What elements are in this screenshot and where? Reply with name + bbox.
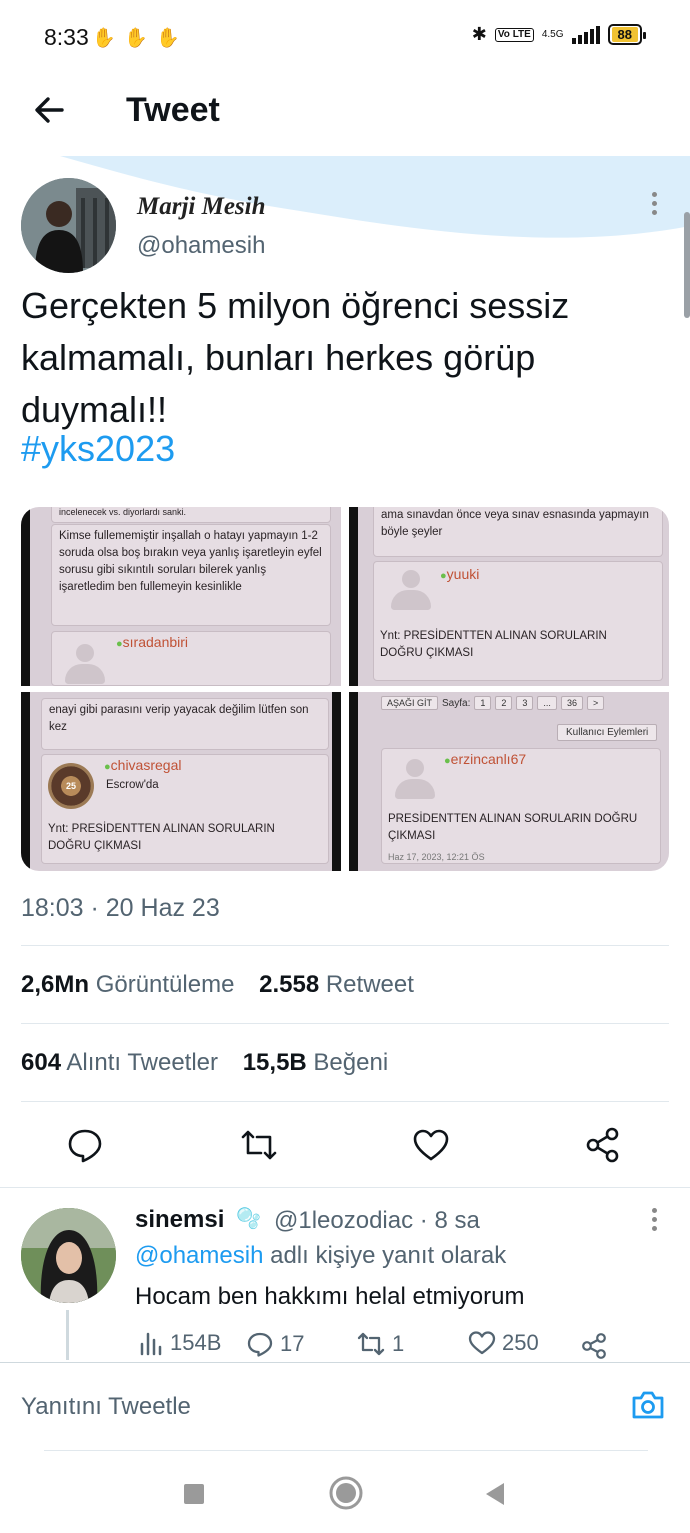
post-user-box: erzincanlı67 PRESİDENTTEN ALINAN SORULAR… bbox=[381, 748, 661, 864]
camera-icon[interactable] bbox=[630, 1387, 666, 1423]
reply-replies[interactable]: 17 bbox=[246, 1330, 304, 1358]
reply-likes[interactable]: 250 bbox=[468, 1330, 539, 1356]
likes-stat[interactable]: 15,5B Beğeni bbox=[243, 1049, 388, 1076]
page-number: 36 bbox=[560, 696, 583, 710]
escrow-label: Escrow'da bbox=[106, 779, 159, 791]
post-title: PRESİDENTTEN ALINAN SORULARIN DOĞRU ÇIKM… bbox=[388, 813, 638, 842]
share-icon[interactable] bbox=[580, 1332, 608, 1360]
battery-icon: 88 bbox=[607, 24, 647, 45]
like-heart-icon bbox=[468, 1331, 496, 1355]
back-arrow-icon[interactable] bbox=[28, 88, 72, 132]
hashtag-link[interactable]: #yks2023 bbox=[21, 428, 175, 470]
home-circle-icon[interactable] bbox=[328, 1475, 364, 1511]
stats-row-2: 604 Alıntı Tweetler 15,5B Beğeni bbox=[21, 1049, 388, 1077]
reply-author-name[interactable]: sinemsi bbox=[135, 1206, 224, 1234]
recents-square-icon[interactable] bbox=[182, 1482, 206, 1506]
stats-row-1: 2,6Mn Görüntüleme 2.558 Retweet bbox=[21, 971, 414, 999]
page-number: ... bbox=[537, 696, 557, 710]
retweets-stat[interactable]: 2.558 Retweet bbox=[259, 971, 414, 998]
author-handle[interactable]: @ohamesih bbox=[137, 232, 265, 260]
forum-username: yuuki bbox=[440, 566, 480, 585]
reply-text: Hocam ben hakkımı helal etmiyorum bbox=[135, 1283, 525, 1310]
notification-hand-icon: ✋ bbox=[156, 28, 180, 49]
scrollbar[interactable] bbox=[684, 212, 690, 318]
author-display-name[interactable]: Marji Mesih bbox=[137, 193, 266, 221]
reply-icon[interactable] bbox=[66, 1126, 104, 1164]
more-options-icon[interactable] bbox=[652, 1208, 662, 1235]
media-image-4[interactable]: AŞAĞI GİT Sayfa: 1 2 3 ... 36 > Kullanıc… bbox=[349, 692, 669, 871]
post-body: enayi gibi parasını verip yayacak değili… bbox=[41, 698, 329, 750]
bluetooth-icon: ✱ bbox=[471, 24, 487, 44]
divider bbox=[21, 945, 669, 946]
reply-avatar[interactable] bbox=[21, 1208, 116, 1303]
divider bbox=[44, 1450, 648, 1451]
tweet-timestamp: 18:03 · 20 Haz 23 bbox=[21, 894, 220, 922]
reply-views[interactable]: 154B bbox=[138, 1330, 221, 1356]
share-icon[interactable] bbox=[584, 1126, 622, 1164]
post-quote: incelenecek vs. diyorlardı sanki. bbox=[51, 507, 331, 523]
tweet-text: Gerçekten 5 milyon öğrenci sessiz kalmam… bbox=[21, 285, 570, 430]
retweet-icon[interactable] bbox=[240, 1126, 278, 1164]
user-placeholder-icon bbox=[388, 570, 434, 610]
media-grid: incelenecek vs. diyorlardı sanki. Kimse … bbox=[21, 507, 669, 871]
page-number: 3 bbox=[516, 696, 534, 710]
post-user-box: yuuki Ynt: PRESİDENTTEN ALINAN SORULARIN… bbox=[373, 561, 663, 681]
media-image-3[interactable]: enayi gibi parasını verip yayacak değili… bbox=[21, 692, 341, 871]
goto-bottom-button: AŞAĞI GİT bbox=[381, 696, 439, 710]
reply-compose-bar: Yanıtını Tweetle bbox=[0, 1362, 690, 1447]
forum-pager: AŞAĞI GİT Sayfa: 1 2 3 ... 36 > bbox=[381, 696, 605, 710]
post-reply-title: Ynt: PRESİDENTTEN ALINAN SORULARIN DOĞRU… bbox=[380, 630, 607, 659]
post-body: ama sınavdan önce veya sınav esnasında y… bbox=[373, 507, 663, 557]
avatar[interactable] bbox=[21, 178, 116, 273]
bubbles-badge-icon: 🫧 bbox=[236, 1208, 261, 1230]
post-reply-title: Ynt: PRESİDENTTEN ALINAN SORULARIN DOĞRU… bbox=[48, 823, 275, 852]
reply-input[interactable]: Yanıtını Tweetle bbox=[21, 1393, 191, 1421]
page-number: 2 bbox=[495, 696, 513, 710]
more-options-icon[interactable] bbox=[652, 192, 662, 219]
reply-icon bbox=[247, 1332, 273, 1357]
media-image-1[interactable]: incelenecek vs. diyorlardı sanki. Kimse … bbox=[21, 507, 341, 686]
page-number: > bbox=[586, 696, 605, 710]
status-time: 8:33 bbox=[44, 24, 89, 50]
volte-icon: Vo LTE bbox=[494, 27, 534, 42]
system-nav-bar bbox=[0, 1462, 690, 1533]
app-header: Tweet bbox=[0, 76, 690, 156]
views-bar-icon bbox=[140, 1332, 162, 1356]
forum-username: erzincanlı67 bbox=[444, 751, 527, 770]
like-heart-icon[interactable] bbox=[412, 1126, 450, 1164]
mention-link[interactable]: @ohamesih bbox=[135, 1242, 263, 1269]
status-icons: ✱ Vo LTE 4.5G 88 bbox=[471, 24, 647, 45]
page-title: Tweet bbox=[126, 91, 220, 129]
quotes-stat[interactable]: 604 Alıntı Tweetler bbox=[21, 1049, 218, 1076]
post-body: Kimse fullememiştir inşallah o hatayı ya… bbox=[51, 524, 331, 626]
back-triangle-icon[interactable] bbox=[482, 1480, 508, 1508]
post-user-box: sıradanbiri bbox=[51, 631, 331, 686]
user-placeholder-icon bbox=[62, 644, 108, 684]
page-number: 1 bbox=[474, 696, 492, 710]
signal-icon bbox=[571, 25, 600, 44]
post-user-box: 25 chivasregal Escrow'da Ynt: PRESİDENTT… bbox=[41, 754, 329, 864]
post-date: Haz 17, 2023, 12:21 ÖS bbox=[388, 852, 485, 862]
media-image-2[interactable]: ama sınavdan önce veya sınav esnasında y… bbox=[349, 507, 669, 686]
status-bar: 8:33 ✋ ✋ ✋ ✱ Vo LTE 4.5G 88 bbox=[0, 0, 690, 76]
retweet-icon bbox=[357, 1332, 385, 1356]
reply-author-handle[interactable]: @1leozodiac · 8 sa bbox=[274, 1207, 480, 1235]
divider bbox=[21, 1101, 669, 1102]
network-type: 4.5G bbox=[541, 28, 564, 40]
replying-to: @ohamesih adlı kişiye yanıt olarak bbox=[135, 1242, 507, 1269]
forum-username: sıradanbiri bbox=[116, 634, 188, 653]
chivas-badge-icon: 25 bbox=[48, 763, 94, 809]
thread-line bbox=[66, 1310, 69, 1360]
divider bbox=[21, 1023, 669, 1024]
divider bbox=[0, 1187, 690, 1188]
notification-hand-icon: ✋ bbox=[124, 28, 148, 49]
notification-hand-icon: ✋ bbox=[92, 28, 116, 49]
reply-retweets[interactable]: 1 bbox=[356, 1330, 404, 1358]
page-label: Sayfa: bbox=[442, 697, 471, 709]
battery-level: 88 bbox=[611, 27, 638, 42]
user-actions-button: Kullanıcı Eylemleri bbox=[557, 724, 658, 741]
user-placeholder-icon bbox=[392, 759, 438, 799]
forum-username: chivasregal bbox=[104, 757, 182, 776]
views-stat[interactable]: 2,6Mn Görüntüleme bbox=[21, 971, 234, 998]
